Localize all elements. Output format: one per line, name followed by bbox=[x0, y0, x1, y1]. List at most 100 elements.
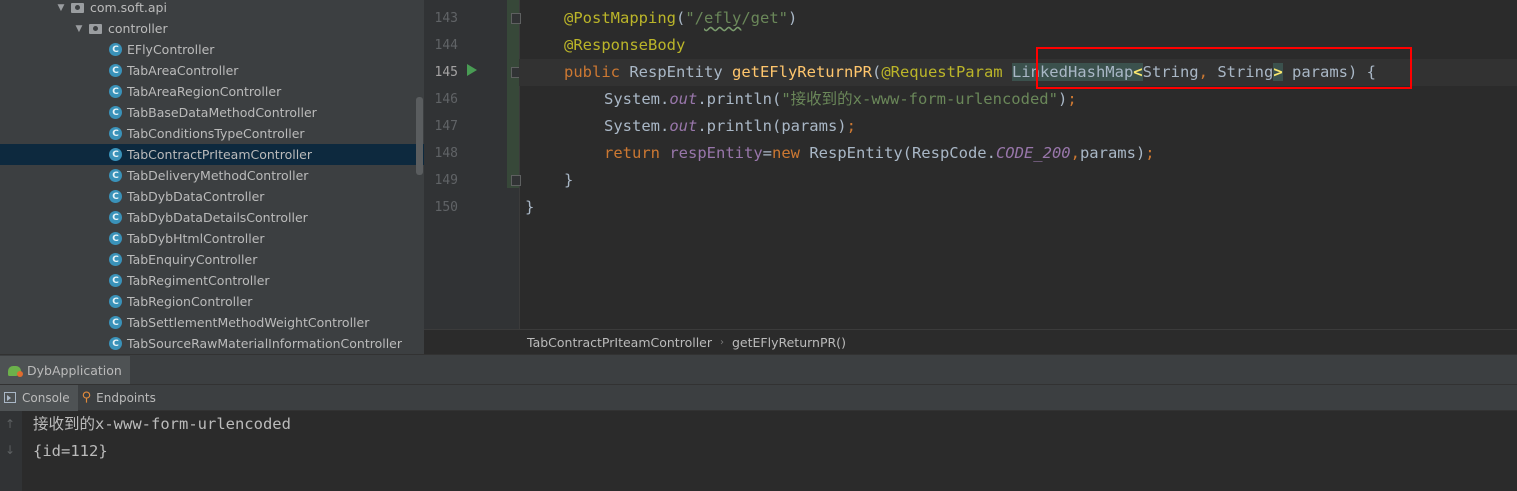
tree-item-label: TabBaseDataMethodController bbox=[127, 105, 317, 120]
endpoints-icon: ⚲ bbox=[81, 390, 92, 405]
tree-item-class[interactable]: C TabBaseDataMethodController bbox=[0, 102, 424, 123]
tree-package-com-soft-api[interactable]: ▼ com.soft.api bbox=[0, 0, 424, 18]
tab-endpoints[interactable]: ⚲ Endpoints bbox=[78, 385, 164, 411]
semicolon-token: ; bbox=[1145, 144, 1155, 162]
java-class-icon: C bbox=[109, 274, 122, 287]
java-class-icon: C bbox=[109, 232, 122, 245]
tree-item-label: EFlyController bbox=[127, 42, 215, 57]
java-class-icon: C bbox=[109, 148, 122, 161]
tree-item-class[interactable]: C TabRegimentController bbox=[0, 270, 424, 291]
tree-item-class[interactable]: C TabSettlementMethodWeightController bbox=[0, 312, 424, 333]
tree-item-class[interactable]: C TabAreaController bbox=[0, 60, 424, 81]
comma-token: , bbox=[1070, 144, 1080, 162]
line-number: 143 bbox=[434, 11, 458, 26]
method-call-token: .println( bbox=[697, 90, 782, 108]
project-tree-panel: ▼ com.soft.api ▼ controller C EFlyContro… bbox=[0, 0, 424, 354]
code-line-149[interactable]: } bbox=[525, 167, 573, 194]
field-token: respEntity bbox=[669, 144, 763, 162]
code-line-147[interactable]: System.out.println(params); bbox=[525, 113, 856, 140]
highlight-annotation-box bbox=[1036, 47, 1412, 89]
paren-token: ) bbox=[1057, 90, 1068, 108]
run-gutter-icon[interactable] bbox=[467, 64, 477, 76]
tree-item-class[interactable]: C TabDeliveryMethodController bbox=[0, 165, 424, 186]
breadcrumb-method[interactable]: getEFlyReturnPR() bbox=[732, 335, 846, 350]
paren-token: ( bbox=[871, 63, 882, 81]
expand-arrow-icon[interactable]: ▼ bbox=[55, 2, 67, 14]
tree-item-label: TabAreaController bbox=[127, 63, 239, 78]
tree-item-class[interactable]: C TabSourceRawMaterialInformationControl… bbox=[0, 333, 424, 354]
vcs-change-marker bbox=[507, 0, 519, 188]
tree-item-label: TabDybDataController bbox=[127, 189, 265, 204]
line-number-current: 145 bbox=[434, 65, 458, 80]
line-number: 150 bbox=[434, 200, 458, 215]
java-class-icon: C bbox=[109, 64, 122, 77]
tree-item-class[interactable]: C TabRegionController bbox=[0, 291, 424, 312]
semicolon-token: ; bbox=[846, 117, 856, 135]
run-tool-window-header bbox=[0, 354, 1517, 385]
scroll-up-icon[interactable]: ↑ bbox=[5, 417, 15, 431]
class-ref-token: System. bbox=[604, 90, 670, 108]
code-line-144[interactable]: @ResponseBody bbox=[525, 32, 685, 59]
console-icon bbox=[4, 392, 16, 403]
tree-item-class[interactable]: C TabConditionsTypeController bbox=[0, 123, 424, 144]
method-name-token: getEFlyReturnPR bbox=[731, 63, 872, 81]
console-line: 接收到的x-www-form-urlencoded bbox=[33, 415, 291, 433]
tree-scrollbar-thumb[interactable] bbox=[416, 97, 423, 175]
brace-token: } bbox=[525, 198, 535, 216]
tab-console-label: Console bbox=[22, 390, 70, 405]
annotation-token: @PostMapping bbox=[564, 9, 676, 27]
code-line-146[interactable]: System.out.println("接收到的x-www-form-urlen… bbox=[525, 86, 1077, 113]
tree-item-class[interactable]: C TabDybDataController bbox=[0, 186, 424, 207]
java-class-icon: C bbox=[109, 295, 122, 308]
breadcrumb: TabContractPrIteamController › getEFlyRe… bbox=[424, 329, 1517, 354]
package-folder-icon bbox=[89, 23, 102, 34]
java-class-icon: C bbox=[109, 253, 122, 266]
tab-console[interactable]: Console bbox=[0, 384, 78, 411]
tree-item-class[interactable]: C TabDybDataDetailsController bbox=[0, 207, 424, 228]
keyword-token: new bbox=[772, 144, 810, 162]
code-line-150[interactable]: } bbox=[525, 194, 534, 221]
tree-item-label: TabDybDataDetailsController bbox=[127, 210, 308, 225]
java-class-icon: C bbox=[109, 43, 122, 56]
fold-marker-icon[interactable] bbox=[511, 175, 521, 186]
annotation-token: @RequestParam bbox=[881, 63, 1012, 81]
java-class-icon: C bbox=[109, 190, 122, 203]
run-tab-label: DybApplication bbox=[27, 362, 122, 378]
operator-token: = bbox=[762, 144, 772, 162]
tree-item-label: TabRegionController bbox=[127, 294, 253, 309]
line-number: 147 bbox=[434, 119, 458, 134]
tree-item-class-selected[interactable]: C TabContractPrIteamController bbox=[0, 144, 424, 165]
paren-token: ) bbox=[788, 9, 798, 27]
string-token: /get" bbox=[741, 9, 788, 27]
java-class-icon: C bbox=[109, 337, 122, 350]
string-token-typo: efly bbox=[704, 9, 742, 27]
console-toolbar: ↑ ↓ bbox=[0, 411, 22, 491]
tree-item-class[interactable]: C TabEnquiryController bbox=[0, 249, 424, 270]
package-folder-icon bbox=[71, 2, 84, 13]
tree-item-label: TabAreaRegionController bbox=[127, 84, 282, 99]
code-line-148[interactable]: return respEntity=new RespEntity(RespCod… bbox=[525, 140, 1155, 167]
scroll-down-icon[interactable]: ↓ bbox=[5, 443, 15, 457]
expand-arrow-icon[interactable]: ▼ bbox=[73, 23, 85, 35]
run-config-tab[interactable]: DybApplication bbox=[0, 356, 130, 384]
tree-item-label: TabContractPrIteamController bbox=[127, 147, 312, 162]
breadcrumb-class[interactable]: TabContractPrIteamController bbox=[527, 335, 712, 350]
java-class-icon: C bbox=[109, 127, 122, 140]
keyword-token: return bbox=[604, 144, 670, 162]
fold-marker-icon[interactable] bbox=[511, 13, 521, 24]
breadcrumb-separator-icon: › bbox=[720, 336, 724, 348]
static-field-token: out bbox=[669, 117, 698, 135]
code-line-143[interactable]: @PostMapping("/efly/get") bbox=[525, 5, 797, 32]
static-field-token: out bbox=[669, 90, 698, 108]
tree-item-class[interactable]: C TabDybHtmlController bbox=[0, 228, 424, 249]
tree-item-class[interactable]: C TabAreaRegionController bbox=[0, 81, 424, 102]
annotation-token: @ResponseBody bbox=[564, 36, 686, 54]
tab-endpoints-label: Endpoints bbox=[96, 390, 156, 405]
tree-package-label: com.soft.api bbox=[90, 0, 167, 15]
console-line: {id=112} bbox=[33, 442, 108, 460]
tree-folder-controller[interactable]: ▼ controller bbox=[0, 18, 424, 39]
tree-item-label: TabDybHtmlController bbox=[127, 231, 265, 246]
class-ref-token: System. bbox=[604, 117, 670, 135]
tree-item-label: TabRegimentController bbox=[127, 273, 270, 288]
tree-item-class[interactable]: C EFlyController bbox=[0, 39, 424, 60]
